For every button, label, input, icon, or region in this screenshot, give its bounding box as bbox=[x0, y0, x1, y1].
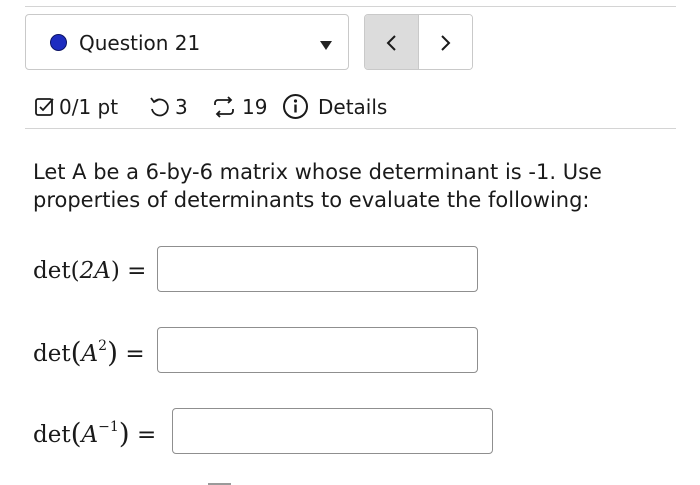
expr-arg: 2A bbox=[79, 258, 111, 284]
expr-base: A bbox=[81, 422, 99, 448]
question-selector-label: Question 21 bbox=[79, 31, 201, 55]
expr-exponent: −1 bbox=[98, 419, 119, 436]
versions-icon bbox=[214, 96, 234, 118]
expression-det-a-inverse: det(A−1) = bbox=[33, 417, 157, 450]
answer-input-det-a-squared[interactable] bbox=[157, 327, 478, 373]
equals-sign: = bbox=[137, 422, 157, 448]
details-label: Details bbox=[318, 95, 388, 119]
equals-sign: = bbox=[125, 341, 145, 367]
chevron-left-icon bbox=[386, 35, 396, 51]
previous-question-button[interactable] bbox=[365, 15, 419, 69]
info-icon bbox=[283, 94, 308, 119]
answer-input-det-a-inverse[interactable] bbox=[172, 408, 493, 454]
expr-exponent: 2 bbox=[98, 338, 108, 355]
attempts-count: 3 bbox=[175, 95, 188, 119]
caret-down-icon bbox=[320, 41, 332, 50]
expr-fn: det bbox=[33, 341, 71, 367]
question-status-dot bbox=[50, 34, 67, 51]
retry-icon bbox=[150, 97, 169, 117]
equals-sign: = bbox=[127, 258, 147, 284]
expr-fn: det bbox=[33, 258, 71, 284]
question-selector[interactable]: Question 21 bbox=[25, 14, 349, 70]
answer-input-det-2a[interactable] bbox=[157, 246, 478, 292]
question-meta: 0/1 pt 3 19 Details bbox=[34, 92, 674, 122]
expr-fn: det bbox=[33, 422, 71, 448]
expr-base: A bbox=[81, 341, 99, 367]
next-question-button[interactable] bbox=[419, 15, 472, 69]
question-nav bbox=[364, 14, 473, 70]
score-text: 0/1 pt bbox=[59, 95, 119, 119]
expression-det-2a: det(2A) = bbox=[33, 258, 147, 284]
chevron-right-icon bbox=[441, 35, 451, 51]
question-text: Let A be a 6-by-6 matrix whose determina… bbox=[33, 160, 602, 212]
header-divider bbox=[25, 128, 676, 129]
top-divider bbox=[25, 6, 676, 7]
checkbox-score-icon bbox=[35, 98, 54, 116]
versions-count: 19 bbox=[242, 95, 268, 119]
expression-det-a-squared: det(A2) = bbox=[33, 336, 145, 369]
